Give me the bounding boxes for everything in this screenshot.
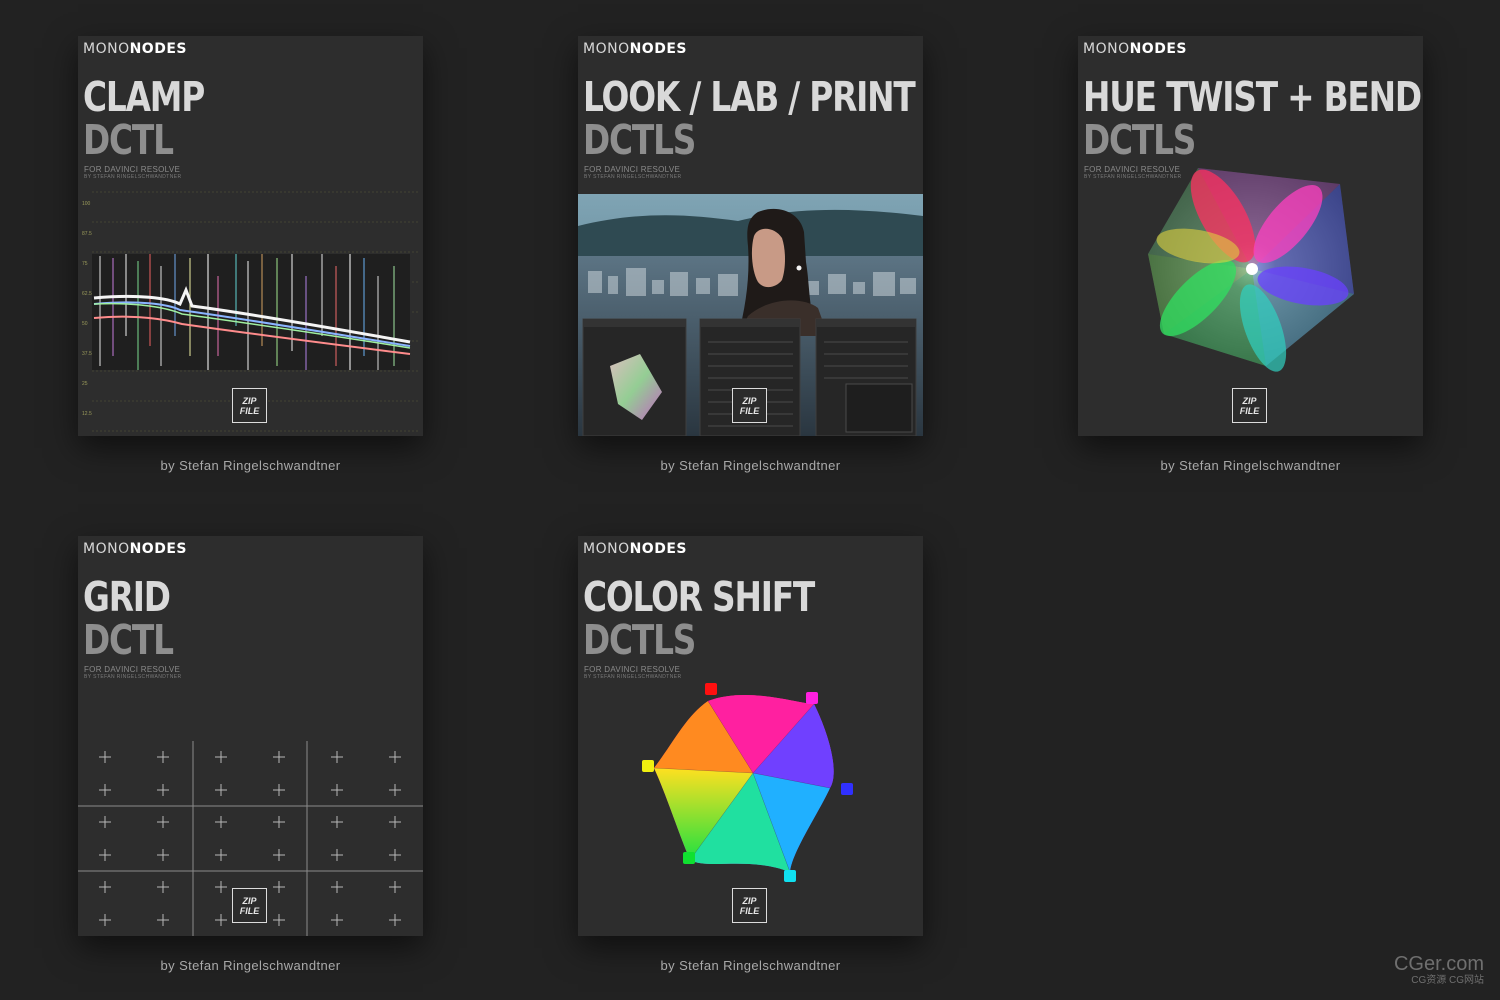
- product-byline: BY STEFAN RINGELSCHWANDTNER: [84, 174, 182, 180]
- file-label: FILE: [239, 906, 260, 916]
- product-byline: BY STEFAN RINGELSCHWANDTNER: [1084, 174, 1182, 180]
- title-line-1: LOOK / LAB / PRINT: [583, 73, 916, 121]
- title-line-2: DCTL: [83, 116, 174, 164]
- card-author: by Stefan Ringelschwandtner: [660, 958, 841, 973]
- title-line-1: HUE TWIST + BEND: [1083, 73, 1422, 121]
- product-subtitle: FOR DAVINCI RESOLVE: [584, 665, 681, 674]
- product-byline: BY STEFAN RINGELSCHWANDTNER: [84, 674, 182, 680]
- zip-label: ZIP: [242, 896, 257, 906]
- title-line-1: COLOR SHIFT: [583, 573, 815, 621]
- brand-logo: MONONODES: [583, 541, 687, 557]
- scale-label: 75: [82, 261, 88, 267]
- product-card-grid[interactable]: MONONODES GRID DCTL FOR DAVINCI RESOLVE …: [78, 536, 423, 936]
- brand-logo: MONONODES: [1083, 41, 1187, 57]
- zip-file-badge: ZIP FILE: [232, 888, 267, 923]
- card-author: by Stefan Ringelschwandtner: [160, 958, 341, 973]
- watermark-sub: CG资源 CG网站: [1411, 975, 1484, 986]
- card-author: by Stefan Ringelschwandtner: [160, 458, 341, 473]
- watermark: CGer.com CG资源 CG网站: [1394, 953, 1484, 986]
- watermark-main: CGer.com: [1393, 953, 1484, 975]
- title-line-1: GRID: [83, 573, 171, 621]
- card-author: by Stefan Ringelschwandtner: [1160, 458, 1341, 473]
- zip-label: ZIP: [1242, 396, 1257, 406]
- file-label: FILE: [739, 906, 760, 916]
- zip-file-badge: ZIP FILE: [732, 888, 767, 923]
- file-label: FILE: [1239, 406, 1260, 416]
- product-card-clamp[interactable]: 100 87.5 75 62.5 50 37.5 25 12.5 0 MONON…: [78, 36, 423, 436]
- scale-label: 100: [82, 201, 91, 207]
- product-subtitle: FOR DAVINCI RESOLVE: [84, 665, 181, 674]
- product-card-color-shift[interactable]: MONONODES COLOR SHIFT DCTLS FOR DAVINCI …: [578, 536, 923, 936]
- product-byline: BY STEFAN RINGELSCHWANDTNER: [584, 174, 682, 180]
- product-card-hue-twist-bend[interactable]: MONONODES HUE TWIST + BEND DCTLS FOR DAV…: [1078, 36, 1423, 436]
- product-title: HUE TWIST + BEND DCTLS: [1083, 73, 1422, 164]
- scale-label: 37.5: [82, 351, 92, 357]
- zip-label: ZIP: [742, 896, 757, 906]
- zip-file-badge: ZIP FILE: [732, 388, 767, 423]
- title-line-2: DCTLS: [1083, 116, 1196, 164]
- scope-scale-labels: 100 87.5 75 62.5 50 37.5 25 12.5 0: [82, 189, 92, 436]
- card-author: by Stefan Ringelschwandtner: [660, 458, 841, 473]
- scale-label: 12.5: [82, 411, 92, 417]
- brand-logo: MONONODES: [83, 41, 187, 57]
- scale-label: 50: [82, 321, 88, 327]
- brand-logo: MONONODES: [83, 541, 187, 557]
- product-title: LOOK / LAB / PRINT DCTLS: [583, 73, 916, 164]
- zip-label: ZIP: [242, 396, 257, 406]
- scale-label: 62.5: [82, 291, 92, 297]
- product-byline: BY STEFAN RINGELSCHWANDTNER: [584, 674, 682, 680]
- scale-label: 0: [82, 429, 92, 436]
- product-card-look-lab-print[interactable]: MONONODES LOOK / LAB / PRINT DCTLS FOR D…: [578, 36, 923, 436]
- title-line-1: CLAMP: [83, 73, 205, 121]
- zip-file-badge: ZIP FILE: [1232, 388, 1267, 423]
- title-line-2: DCTL: [83, 616, 174, 664]
- product-title: GRID DCTL: [83, 573, 174, 664]
- file-label: FILE: [239, 406, 260, 416]
- title-line-2: DCTLS: [583, 616, 696, 664]
- zip-label: ZIP: [742, 396, 757, 406]
- file-label: FILE: [739, 406, 760, 416]
- product-title: COLOR SHIFT DCTLS: [583, 573, 815, 664]
- product-subtitle: FOR DAVINCI RESOLVE: [1084, 165, 1181, 174]
- zip-file-badge: ZIP FILE: [232, 388, 267, 423]
- product-subtitle: FOR DAVINCI RESOLVE: [84, 165, 181, 174]
- title-line-2: DCTLS: [583, 116, 696, 164]
- brand-logo: MONONODES: [583, 41, 687, 57]
- scale-label: 25: [82, 381, 88, 387]
- scale-label: 87.5: [82, 231, 92, 237]
- product-subtitle: FOR DAVINCI RESOLVE: [584, 165, 681, 174]
- product-title: CLAMP DCTL: [83, 73, 205, 164]
